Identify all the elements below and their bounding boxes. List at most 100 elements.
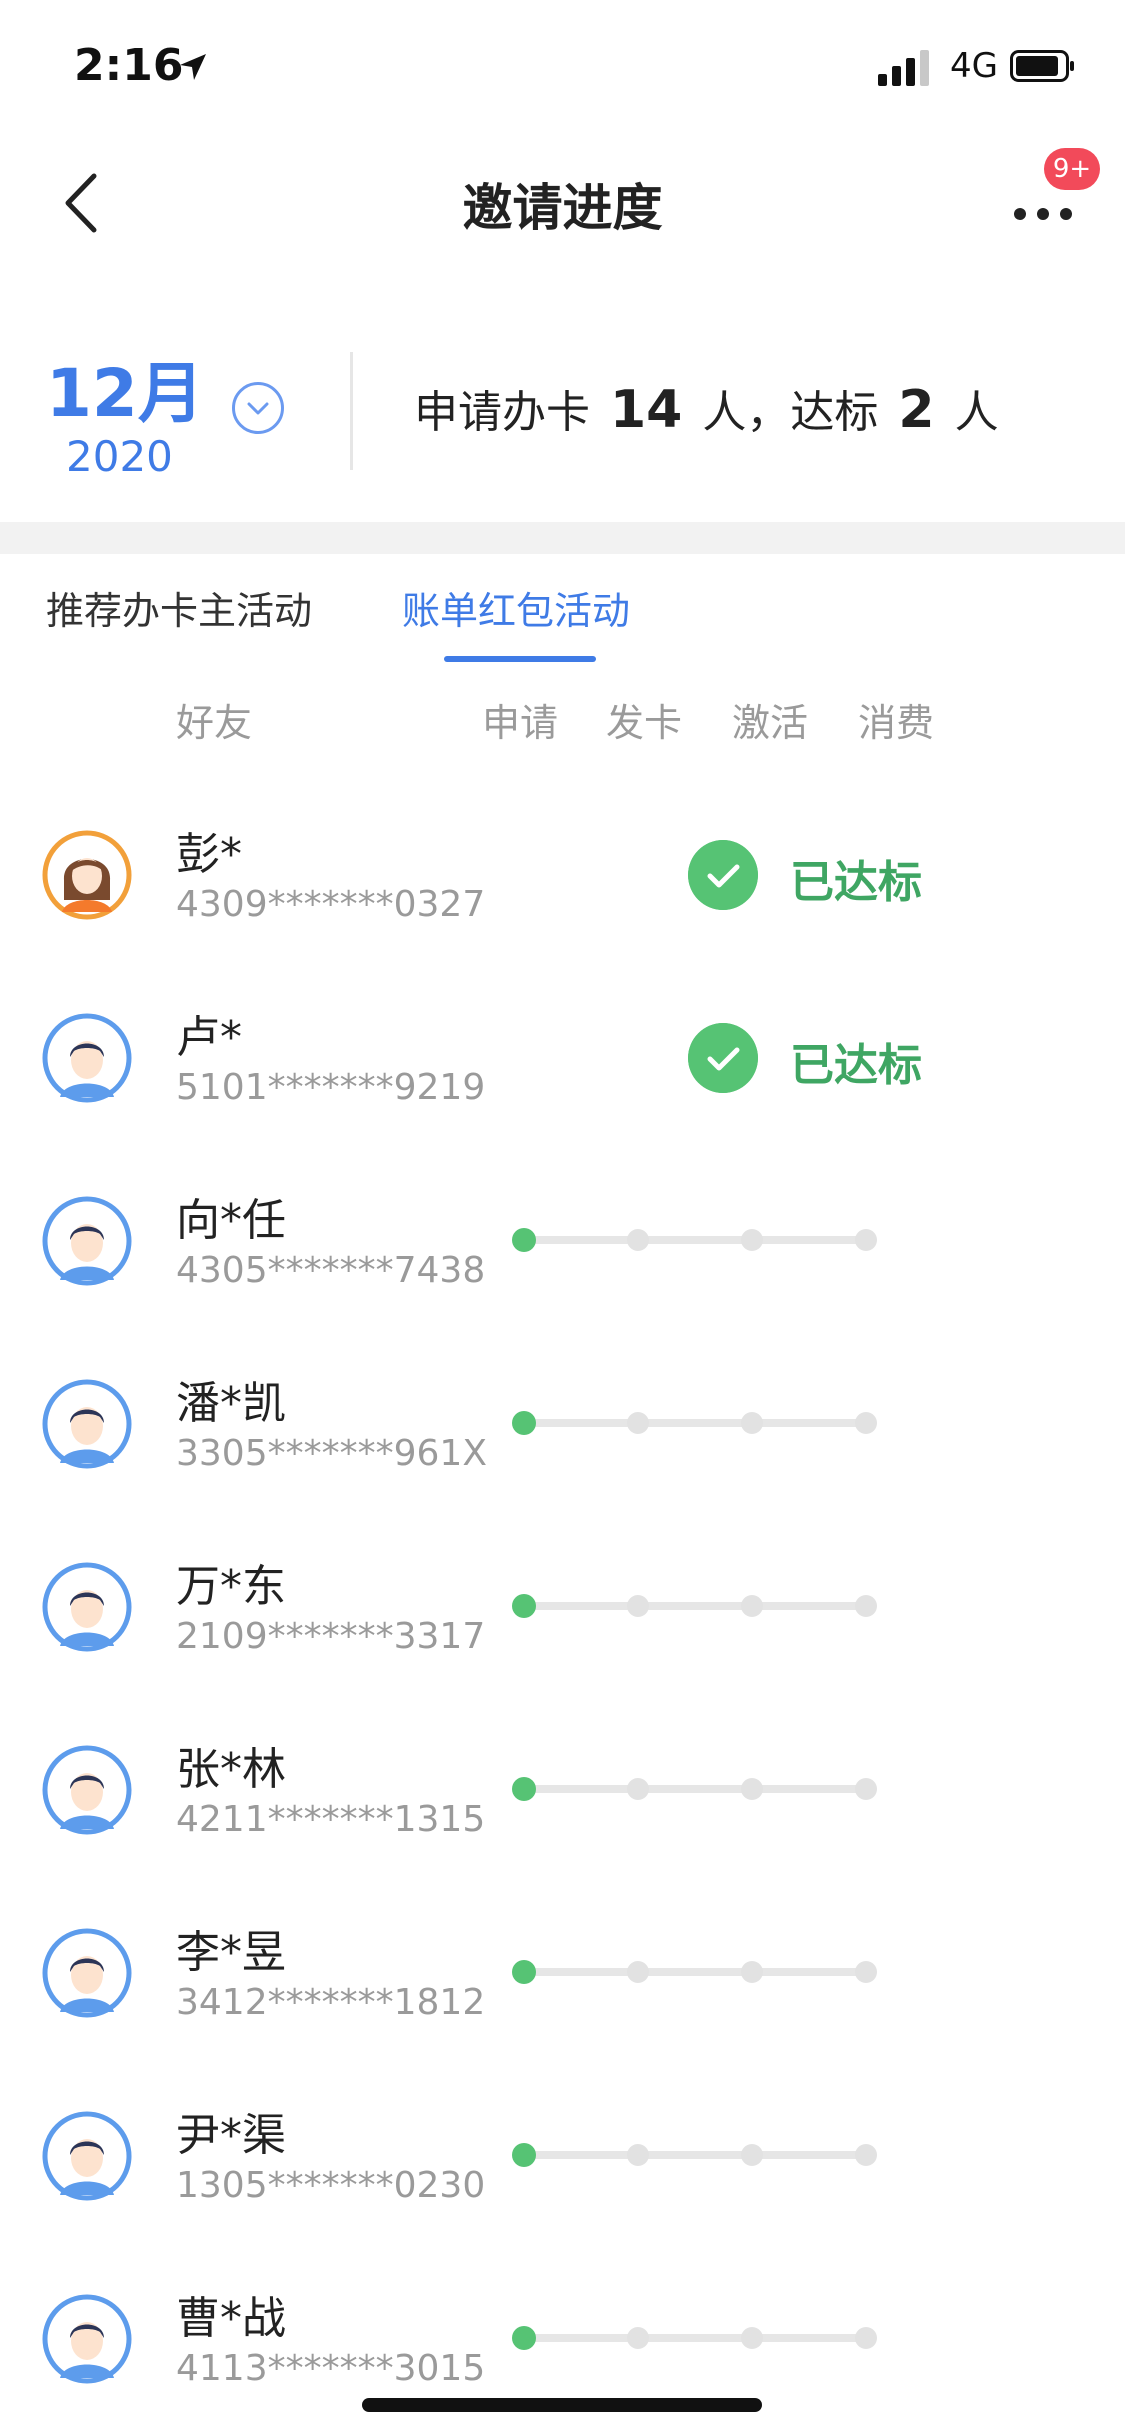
male-avatar-icon	[42, 1928, 132, 2018]
qualified-status-label: 已达标	[790, 1040, 922, 1091]
qualified-check-icon	[688, 840, 758, 910]
month-label: 12月	[46, 355, 204, 432]
location-arrow-icon	[180, 54, 206, 80]
applied-label: 申请办卡	[414, 387, 590, 438]
section-divider	[0, 522, 1125, 554]
progress-step-done	[512, 1411, 536, 1435]
active-tab-indicator	[444, 656, 596, 662]
applied-count: 14	[610, 380, 683, 440]
progress-step-done	[512, 1960, 536, 1984]
battery-icon	[1010, 50, 1074, 82]
summary-stats: 申请办卡 14 人，达标 2 人	[414, 376, 999, 440]
monthly-summary: 12月 2020 申请办卡 14 人，达标 2 人	[0, 320, 1125, 520]
column-header-spend: 消费	[858, 701, 935, 745]
progress-step-done	[512, 2326, 536, 2350]
friend-row[interactable]: 彭* 4309*******0327 已达标	[0, 780, 1125, 963]
friend-id-number: 4309*******0327	[176, 884, 486, 925]
column-header-activate: 激活	[732, 701, 809, 745]
friend-id-number: 4305*******7438	[176, 1250, 486, 1291]
progress-step-done	[512, 1228, 536, 1252]
progress-step-pending	[627, 1778, 649, 1800]
progress-track	[512, 2143, 877, 2167]
friend-name: 向*任	[176, 1195, 286, 1246]
friend-name: 潘*凯	[176, 1378, 286, 1429]
male-avatar-icon	[42, 1196, 132, 1286]
friend-row[interactable]: 万*东 2109*******3317	[0, 1512, 1125, 1695]
progress-track	[512, 1411, 877, 1435]
progress-step-pending	[741, 1595, 763, 1617]
friend-name: 尹*渠	[176, 2110, 286, 2161]
friend-name: 李*昱	[176, 1927, 286, 1978]
friend-id-number: 3305*******961X	[176, 1433, 487, 1474]
progress-step-pending	[741, 1229, 763, 1251]
progress-step-pending	[627, 2144, 649, 2166]
progress-step-pending	[627, 1412, 649, 1434]
notification-badge: 9+	[1044, 148, 1100, 190]
column-header-apply: 申请	[482, 701, 559, 745]
progress-step-pending	[855, 2144, 877, 2166]
male-avatar-icon	[42, 2111, 132, 2201]
tab-bill-redpacket-activity[interactable]: 账单红包活动	[402, 580, 630, 635]
friend-row[interactable]: 尹*渠 1305*******0230	[0, 2061, 1125, 2244]
friend-id-number: 2109*******3317	[176, 1616, 486, 1657]
friend-row[interactable]: 向*任 4305*******7438	[0, 1146, 1125, 1329]
progress-step-pending	[627, 1961, 649, 1983]
progress-track	[512, 1594, 877, 1618]
activity-tabs: 推荐办卡主活动 账单红包活动	[0, 580, 1125, 670]
progress-step-pending	[855, 1961, 877, 1983]
friend-row[interactable]: 卢* 5101*******9219 已达标	[0, 963, 1125, 1146]
friend-name: 万*东	[176, 1561, 286, 1612]
friend-row[interactable]: 张*林 4211*******1315	[0, 1695, 1125, 1878]
column-header-friend: 好友	[176, 701, 253, 745]
column-header-issue: 发卡	[606, 701, 683, 745]
male-avatar-icon	[42, 1013, 132, 1103]
progress-step-pending	[627, 1229, 649, 1251]
friend-row[interactable]: 李*昱 3412*******1812	[0, 1878, 1125, 2061]
qualified-check-icon	[688, 1023, 758, 1093]
friend-id-number: 1305*******0230	[176, 2165, 486, 2206]
male-avatar-icon	[42, 1562, 132, 1652]
qualified-count: 2	[898, 380, 935, 440]
friend-id-number: 3412*******1812	[176, 1982, 486, 2023]
navigation-bar: 邀请进度	[0, 140, 1125, 260]
page-title: 邀请进度	[462, 179, 663, 237]
friend-name: 彭*	[176, 829, 242, 880]
friend-id-number: 4113*******3015	[176, 2348, 486, 2389]
female-avatar-icon	[42, 830, 132, 920]
year-label: 2020	[66, 432, 173, 481]
male-avatar-icon	[42, 1379, 132, 1469]
progress-step-pending	[855, 1778, 877, 1800]
progress-step-done	[512, 1777, 536, 1801]
network-type: 4G	[950, 46, 998, 86]
progress-step-pending	[741, 1961, 763, 1983]
friend-name: 卢*	[176, 1012, 242, 1063]
progress-step-pending	[855, 1229, 877, 1251]
applied-unit: 人，达标	[702, 387, 879, 438]
progress-track	[512, 2326, 877, 2350]
progress-step-done	[512, 1594, 536, 1618]
qualified-status-label: 已达标	[790, 857, 922, 908]
progress-step-done	[512, 2143, 536, 2167]
progress-track	[512, 1228, 877, 1252]
friend-name: 曹*战	[176, 2293, 286, 2344]
progress-step-pending	[855, 2327, 877, 2349]
status-time: 2:16	[74, 40, 184, 91]
signal-strength-icon	[878, 50, 929, 86]
progress-step-pending	[855, 1595, 877, 1617]
tab-main-activity[interactable]: 推荐办卡主活动	[46, 580, 312, 635]
progress-step-pending	[627, 1595, 649, 1617]
month-dropdown-button[interactable]	[232, 382, 284, 434]
progress-track	[512, 1777, 877, 1801]
friend-id-number: 4211*******1315	[176, 1799, 486, 1840]
progress-track	[512, 1960, 877, 1984]
qualified-unit: 人	[954, 387, 999, 438]
male-avatar-icon	[42, 1745, 132, 1835]
friend-name: 张*林	[176, 1744, 286, 1795]
progress-step-pending	[741, 2327, 763, 2349]
progress-step-pending	[741, 1412, 763, 1434]
progress-step-pending	[627, 2327, 649, 2349]
progress-step-pending	[855, 1412, 877, 1434]
friend-row[interactable]: 潘*凯 3305*******961X	[0, 1329, 1125, 1512]
status-bar: 2:16 4G	[0, 0, 1125, 130]
male-avatar-icon	[42, 2294, 132, 2384]
